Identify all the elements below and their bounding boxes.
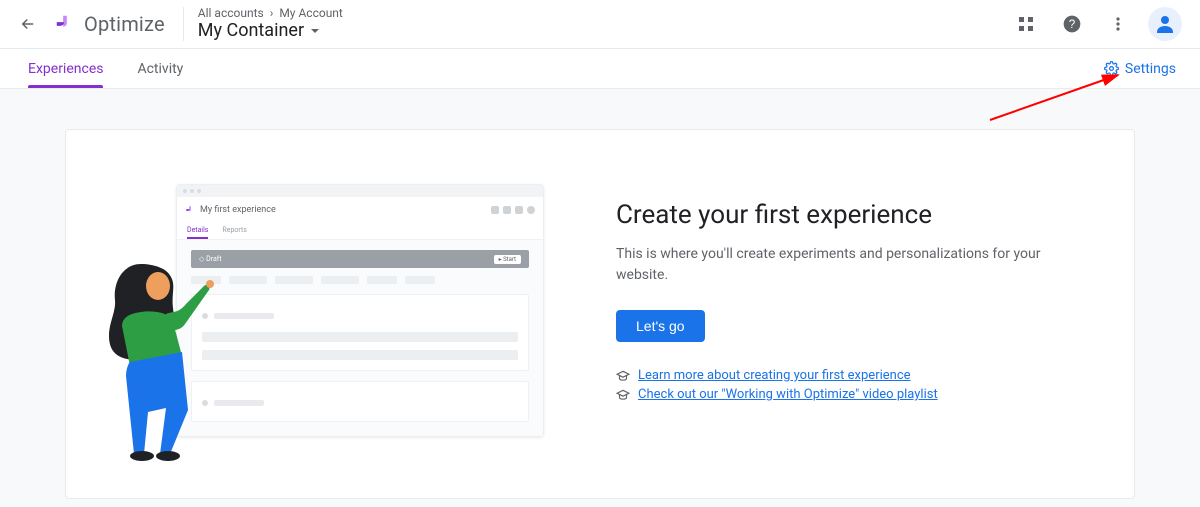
caret-down-icon[interactable]	[310, 21, 320, 42]
brand: Optimize	[48, 12, 181, 36]
header-actions: ?	[1010, 7, 1192, 41]
onboarding-description: This is where you'll create experiments …	[616, 244, 1046, 286]
tab-experiences[interactable]: Experiences	[20, 49, 111, 88]
mini-tab-details: Details	[187, 223, 208, 239]
education-icon	[616, 369, 630, 383]
optimize-logo-icon	[54, 13, 76, 35]
education-icon	[616, 388, 630, 402]
lets-go-button[interactable]: Let's go	[616, 310, 705, 342]
more-icon[interactable]	[1102, 8, 1134, 40]
video-playlist-link[interactable]: Check out our "Working with Optimize" vi…	[638, 387, 938, 402]
help-links: Learn more about creating your first exp…	[616, 368, 1104, 402]
app-header: Optimize All accounts › My Account My Co…	[0, 0, 1200, 49]
chevron-right-icon: ›	[270, 7, 274, 21]
settings-label: Settings	[1125, 61, 1176, 77]
divider	[183, 7, 184, 41]
brand-name: Optimize	[84, 12, 165, 36]
onboarding-heading: Create your first experience	[616, 200, 1104, 230]
onboarding-card: My first experience Details Reports ◇ Dr…	[65, 129, 1135, 499]
gear-icon	[1104, 61, 1119, 76]
breadcrumb-root: All accounts	[198, 7, 264, 21]
person-illustration	[106, 244, 226, 464]
tabs-bar: Experiences Activity Settings	[0, 49, 1200, 89]
learn-more-link[interactable]: Learn more about creating your first exp…	[638, 368, 911, 383]
illustration: My first experience Details Reports ◇ Dr…	[126, 184, 556, 437]
breadcrumb[interactable]: All accounts › My Account My Container	[198, 7, 343, 41]
mini-title: My first experience	[200, 205, 487, 215]
settings-link[interactable]: Settings	[1104, 61, 1180, 77]
onboarding-content: Create your first experience This is whe…	[616, 170, 1104, 406]
arrow-left-icon	[19, 15, 37, 33]
breadcrumb-account: My Account	[279, 7, 343, 21]
main-stage: My first experience Details Reports ◇ Dr…	[0, 89, 1200, 499]
back-button[interactable]	[8, 4, 48, 44]
help-icon[interactable]: ?	[1056, 8, 1088, 40]
svg-text:?: ?	[1069, 18, 1076, 31]
avatar[interactable]	[1148, 7, 1182, 41]
mini-window: My first experience Details Reports ◇ Dr…	[176, 184, 544, 437]
container-name: My Container	[198, 21, 304, 42]
tab-activity[interactable]: Activity	[129, 49, 191, 88]
apps-icon[interactable]	[1010, 8, 1042, 40]
optimize-logo-icon	[185, 205, 195, 215]
mini-tab-reports: Reports	[222, 223, 246, 239]
